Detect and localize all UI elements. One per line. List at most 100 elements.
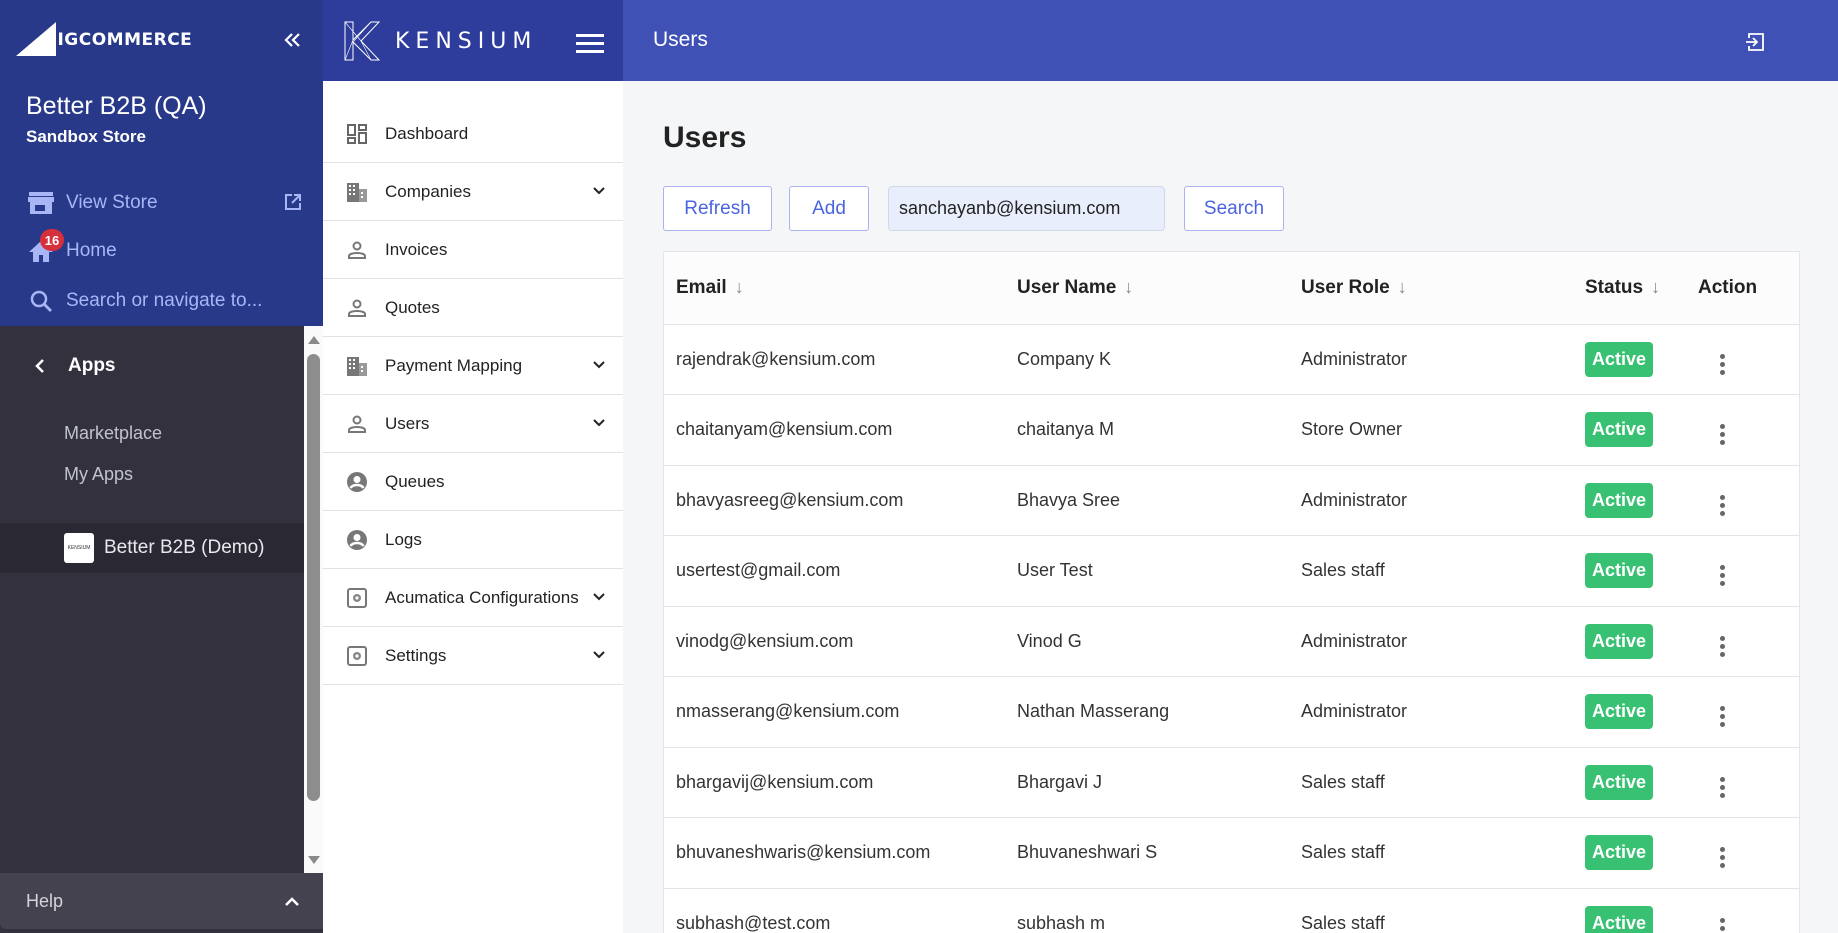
cell-status: Active [1573, 747, 1686, 818]
kensium-logo[interactable]: KENSIUM [343, 20, 537, 62]
cell-action [1686, 888, 1799, 933]
logout-icon [1746, 33, 1764, 51]
menu-item-quotes[interactable]: Quotes [323, 279, 623, 337]
menu-item-settings[interactable]: Settings [323, 627, 623, 685]
cell-action [1686, 465, 1799, 536]
cell-user-role: Administrator [1289, 676, 1573, 748]
bigcommerce-sidebar: BIGCOMMERCE Better B2B (QA) Sandbox Stor… [0, 0, 323, 933]
column-label: Email [676, 276, 727, 298]
more-options-icon[interactable] [1720, 352, 1725, 376]
more-options-icon[interactable] [1720, 705, 1725, 729]
column-header-user-name[interactable]: User Name ↓ [1005, 252, 1289, 325]
apps-back-button[interactable]: Apps [32, 355, 116, 377]
table-header-row: Email ↓ User Name ↓ User Role ↓ Status ↓ Act… [664, 252, 1799, 325]
menu-item-acumatica-configurations[interactable]: Acumatica Configurations [323, 569, 623, 627]
topbar-title: Users [653, 28, 708, 51]
cell-action [1686, 394, 1799, 466]
search-button[interactable]: Search [1184, 186, 1284, 231]
bigcommerce-logo-text: BIGCOMMERCE [44, 30, 193, 50]
navigate-search[interactable]: Search or navigate to... [28, 288, 262, 314]
status-badge: Active [1585, 412, 1654, 448]
more-options-icon[interactable] [1720, 634, 1725, 658]
cell-user-role: Administrator [1289, 606, 1573, 677]
sort-arrow-icon[interactable]: ↓ [735, 277, 744, 298]
more-options-icon[interactable] [1720, 493, 1725, 517]
table-row: nmasserang@kensium.com Nathan Masserang Ad… [664, 676, 1799, 748]
search-placeholder: Search or navigate to... [66, 290, 263, 311]
cell-email: rajendrak@kensium.com [664, 324, 1005, 395]
kensium-logo-text: KENSIUM [395, 28, 538, 54]
column-header-email[interactable]: Email ↓ [664, 252, 1005, 325]
more-options-icon[interactable] [1720, 846, 1725, 870]
column-label: User Role [1301, 276, 1390, 298]
sort-arrow-icon[interactable]: ↓ [1398, 277, 1407, 298]
external-link-icon [283, 192, 303, 212]
account-circle-icon [345, 528, 369, 552]
sort-arrow-icon[interactable]: ↓ [1124, 277, 1133, 298]
kensium-sidebar: KENSIUM Dashboard Companies Invoices Quo… [323, 0, 623, 933]
refresh-button[interactable]: Refresh [663, 186, 772, 231]
home-label: Home [66, 240, 117, 261]
status-badge: Active [1585, 905, 1654, 933]
cell-action [1686, 324, 1799, 395]
table-row: subhash@test.com subhash m Sales staff Acti… [664, 888, 1799, 933]
cell-user-role: Sales staff [1289, 888, 1573, 933]
menu-item-label: Acumatica Configurations [385, 587, 579, 607]
home-icon: 16 [28, 229, 64, 264]
view-store-link[interactable]: View Store [28, 190, 303, 216]
scroll-down-arrow-icon[interactable] [308, 856, 320, 864]
table-row: usertest@gmail.com User Test Sales staff Ac… [664, 535, 1799, 607]
scroll-up-arrow-icon[interactable] [308, 336, 320, 344]
kensium-menu: Dashboard Companies Invoices Quotes Paym… [323, 105, 623, 685]
add-button[interactable]: Add [789, 186, 869, 231]
kensium-header: KENSIUM [323, 0, 623, 81]
building-icon [345, 354, 369, 378]
bigcommerce-logo[interactable]: BIGCOMMERCE [16, 20, 192, 56]
logout-button[interactable] [1745, 32, 1765, 52]
column-header-status[interactable]: Status ↓ [1573, 252, 1686, 325]
settings-box-icon [345, 644, 369, 668]
more-options-icon[interactable] [1720, 564, 1725, 588]
column-header-action: Action [1686, 252, 1799, 325]
menu-item-label: Quotes [385, 297, 440, 317]
help-section[interactable]: Help [0, 873, 323, 929]
marketplace-link[interactable]: Marketplace [64, 423, 162, 444]
app-root: BIGCOMMERCE Better B2B (QA) Sandbox Stor… [0, 0, 1838, 933]
status-badge: Active [1585, 553, 1654, 589]
collapse-sidebar-button[interactable] [280, 28, 304, 52]
menu-item-queues[interactable]: Queues [323, 453, 623, 511]
status-badge: Active [1585, 341, 1654, 377]
person-outline-icon [345, 238, 369, 262]
menu-item-label: Companies [385, 181, 471, 201]
column-header-user-role[interactable]: User Role ↓ [1289, 252, 1573, 325]
sidebar-scrollbar[interactable] [304, 326, 323, 873]
cell-status: Active [1573, 535, 1686, 607]
table-row: vinodg@kensium.com Vinod G Administrator Ac… [664, 606, 1799, 677]
active-app-item[interactable]: KENSIUM Better B2B (Demo) [0, 523, 304, 573]
chevron-down-icon [593, 593, 605, 601]
menu-item-payment-mapping[interactable]: Payment Mapping [323, 337, 623, 395]
menu-item-label: Invoices [385, 239, 448, 259]
search-input[interactable] [888, 186, 1165, 231]
menu-item-companies[interactable]: Companies [323, 163, 623, 221]
menu-item-logs[interactable]: Logs [323, 511, 623, 569]
chevron-down-icon [593, 187, 605, 195]
my-apps-link[interactable]: My Apps [64, 464, 133, 485]
scrollbar-thumb[interactable] [307, 354, 320, 801]
more-options-icon[interactable] [1720, 423, 1725, 447]
sort-arrow-icon[interactable]: ↓ [1651, 277, 1660, 298]
person-outline-icon [345, 412, 369, 436]
more-options-icon[interactable] [1720, 775, 1725, 799]
cell-action [1686, 606, 1799, 677]
home-link[interactable]: 16 Home [28, 229, 117, 264]
menu-item-invoices[interactable]: Invoices [323, 221, 623, 279]
more-options-icon[interactable] [1720, 916, 1725, 933]
menu-item-users[interactable]: Users [323, 395, 623, 453]
cell-email: subhash@test.com [664, 888, 1005, 933]
hamburger-menu-button[interactable] [576, 34, 604, 54]
chevron-down-icon [593, 419, 605, 427]
page-title: Users [663, 121, 747, 154]
store-type: Sandbox Store [26, 127, 146, 146]
menu-item-dashboard[interactable]: Dashboard [323, 105, 623, 163]
cell-user-role: Sales staff [1289, 817, 1573, 889]
